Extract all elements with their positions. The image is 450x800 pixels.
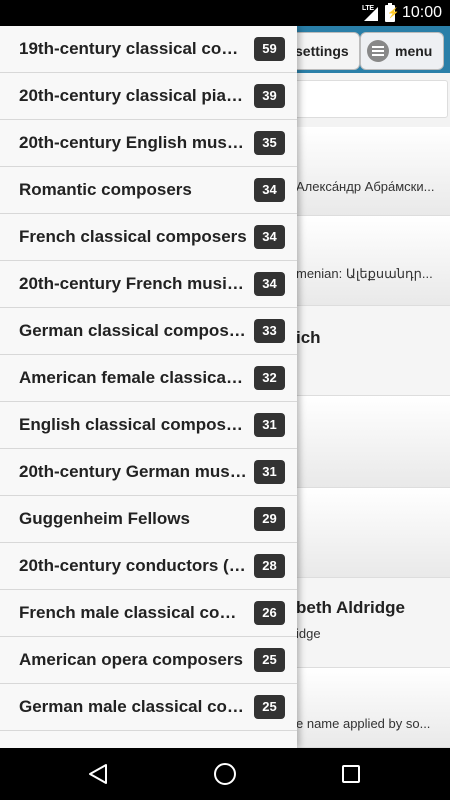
- list-item[interactable]: ich: [284, 306, 450, 396]
- menu-button[interactable]: menu: [360, 32, 444, 70]
- drawer-item[interactable]: American opera composers 25: [0, 637, 297, 684]
- hamburger-menu-icon: [367, 40, 389, 62]
- drawer-item[interactable]: 20th-century English musicians 35: [0, 120, 297, 167]
- recents-icon[interactable]: [342, 765, 360, 783]
- drawer-item-label: Guggenheim Fellows: [19, 509, 190, 528]
- count-badge: 31: [254, 460, 285, 484]
- count-badge: 35: [254, 131, 285, 155]
- list-item[interactable]: Алекса́ндр Абра́мски...: [284, 127, 450, 216]
- drawer-item-label: German classical composers: [19, 321, 247, 340]
- count-badge: 59: [254, 37, 285, 61]
- status-icons: LTE ⚡ 10:00: [362, 2, 442, 23]
- drawer-item-label: German male classical composers: [19, 697, 247, 716]
- list-item[interactable]: beth Aldridge idge: [284, 578, 450, 668]
- back-icon[interactable]: [88, 763, 108, 785]
- drawer-item[interactable]: [0, 731, 297, 748]
- drawer-item[interactable]: 20th-century German musicians 31: [0, 449, 297, 496]
- drawer-item-label: French male classical composers: [19, 603, 247, 622]
- drawer-item[interactable]: French classical composers 34: [0, 214, 297, 261]
- list-item[interactable]: [284, 396, 450, 488]
- drawer-item-label: 20th-century conductors (music): [19, 556, 247, 575]
- count-badge: 34: [254, 178, 285, 202]
- category-drawer: 19th-century classical composers 59 20th…: [0, 26, 297, 748]
- drawer-item-label: American female classical composers: [19, 368, 247, 387]
- drawer-item-label: French classical composers: [19, 227, 247, 246]
- search-input[interactable]: [284, 80, 448, 118]
- drawer-item[interactable]: English classical composers 31: [0, 402, 297, 449]
- drawer-item[interactable]: 20th-century French musicians 34: [0, 261, 297, 308]
- count-badge: 34: [254, 225, 285, 249]
- list-item-text: e name applied by so...: [296, 716, 431, 731]
- drawer-item[interactable]: French male classical composers 26: [0, 590, 297, 637]
- count-badge: 31: [254, 413, 285, 437]
- menu-button-label: menu: [395, 43, 433, 59]
- list-item[interactable]: menian: Ալեքսանդր...: [284, 216, 450, 306]
- list-item[interactable]: [284, 488, 450, 578]
- drawer-item[interactable]: American female classical composers 32: [0, 355, 297, 402]
- drawer-item[interactable]: 20th-century conductors (music) 28: [0, 543, 297, 590]
- battery-charging-icon: ⚡: [384, 2, 399, 22]
- count-badge: 32: [254, 366, 285, 390]
- drawer-item[interactable]: 20th-century classical pianists 39: [0, 73, 297, 120]
- count-badge: 34: [254, 272, 285, 296]
- count-badge: 26: [254, 601, 285, 625]
- drawer-item-label: 20th-century English musicians: [19, 133, 247, 152]
- drawer-item[interactable]: German male classical composers 25: [0, 684, 297, 731]
- count-badge: 28: [254, 554, 285, 578]
- drawer-item-label: 20th-century German musicians: [19, 462, 247, 481]
- list-item-text: Алекса́ндр Абра́мски...: [296, 179, 435, 194]
- drawer-item-label: Romantic composers: [19, 180, 192, 199]
- drawer-item[interactable]: German classical composers 33: [0, 308, 297, 355]
- home-icon[interactable]: [214, 763, 236, 785]
- lte-signal-icon: LTE: [362, 5, 378, 21]
- count-badge: 25: [254, 648, 285, 672]
- list-item-title: ich: [296, 328, 321, 347]
- list-item-text: menian: Ալեքսանդր...: [296, 266, 433, 281]
- list-item-text: idge: [296, 626, 321, 641]
- status-time: 10:00: [401, 4, 442, 21]
- drawer-item-label: 19th-century classical composers: [19, 39, 247, 58]
- drawer-item[interactable]: Romantic composers 34: [0, 167, 297, 214]
- drawer-item-label: American opera composers: [19, 650, 243, 669]
- count-badge: 33: [254, 319, 285, 343]
- list-item[interactable]: e name applied by so...: [284, 668, 450, 748]
- drawer-item-label: 20th-century classical pianists: [19, 86, 247, 105]
- status-bar: LTE ⚡ 10:00: [0, 0, 450, 26]
- drawer-item[interactable]: 19th-century classical composers 59: [0, 26, 297, 73]
- count-badge: 39: [254, 84, 285, 108]
- drawer-item-label: English classical composers: [19, 415, 247, 434]
- system-nav-bar: [0, 748, 450, 800]
- drawer-item-label: 20th-century French musicians: [19, 274, 247, 293]
- count-badge: 25: [254, 695, 285, 719]
- list-item-title: beth Aldridge: [296, 598, 405, 617]
- count-badge: 29: [254, 507, 285, 531]
- drawer-item[interactable]: Guggenheim Fellows 29: [0, 496, 297, 543]
